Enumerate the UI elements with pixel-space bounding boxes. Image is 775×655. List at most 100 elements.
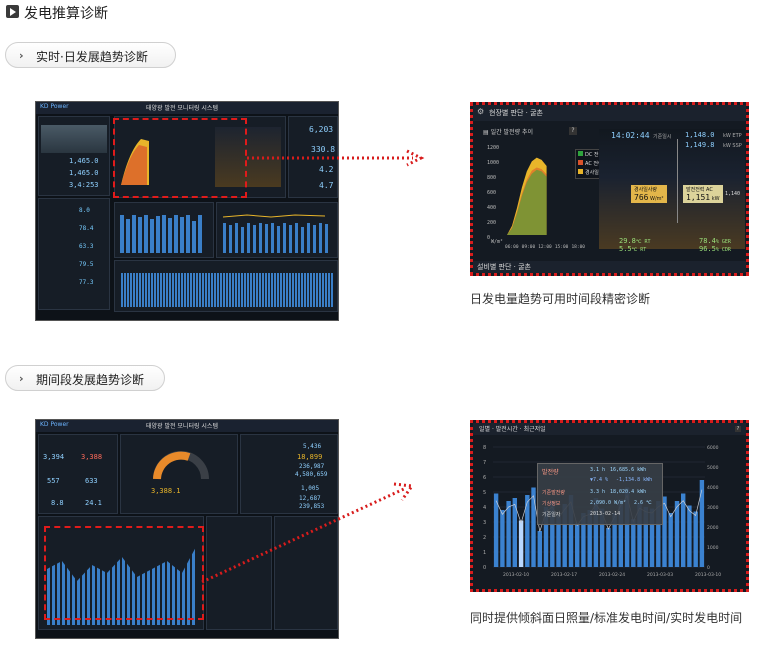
zoom1-header-label: 현장별 판단 · 굴촌	[489, 109, 543, 117]
page-title: 发电推算诊断	[24, 6, 108, 22]
thumb2-value: 24.1	[85, 499, 102, 507]
pct2: 96.5	[699, 245, 716, 253]
thumb-list-value: 78.4	[79, 225, 94, 232]
bar[interactable]	[525, 495, 530, 567]
x-tick: 2013-03-03	[647, 572, 673, 578]
legend-swatch	[578, 169, 583, 174]
area-chart	[507, 157, 547, 235]
temp1-value: 29.8℃ RT	[619, 237, 651, 245]
section1-tab[interactable]: › 实时·日发展趋势诊断	[5, 42, 176, 68]
chart-tooltip: 발전량 3.1 h 16,685.6 kWh ▼7.4 % -1,134.8 k…	[537, 463, 663, 525]
kw1-value: 1,148.0	[685, 131, 715, 139]
thumb2-left-panel: 3,394 3,388 557 633 8.8 24.1	[38, 434, 118, 514]
x-tick: 18:00	[571, 245, 585, 250]
y-tick-right: 2000	[707, 525, 719, 531]
bar[interactable]	[506, 501, 511, 567]
divider	[677, 139, 678, 223]
y-tick: 2	[483, 535, 486, 541]
bar[interactable]	[699, 480, 705, 567]
y-tick: 4	[483, 505, 486, 511]
chart-icon: ▤	[483, 129, 491, 136]
tooltip-value: 3.3 h	[590, 489, 606, 495]
y-axis: 1200 1000 800 600 400 200 0	[487, 141, 499, 246]
gauge	[153, 451, 209, 480]
tooltip-label: 기상정보	[542, 501, 561, 507]
gear-icon: ⚙	[477, 107, 485, 116]
bar[interactable]	[537, 531, 542, 567]
zoom2-header: 일별 · 발전시간 · 최근저일	[473, 423, 746, 435]
pct1-value: 78.4% GER	[699, 237, 731, 245]
y-tick-right: 3000	[707, 505, 719, 511]
thumb-left-value: 3,4:253	[69, 181, 99, 189]
legend-swatch	[578, 151, 583, 156]
section2-tab[interactable]: › 期间段发展趋势诊断	[5, 365, 165, 391]
tooltip-value: 16,685.6 kWh	[610, 467, 647, 473]
tooltip-value: 3.1 h	[590, 467, 606, 473]
bar[interactable]	[531, 487, 536, 568]
chevron-right-icon: ›	[19, 372, 24, 385]
bar[interactable]	[687, 505, 692, 568]
y-tick: 8	[483, 445, 486, 451]
side-value: 1,140	[725, 191, 741, 197]
bar[interactable]	[606, 528, 611, 567]
thumb2-right-value: 5,436	[303, 443, 322, 450]
zoom1-header: ⚙ 현장별 판단 · 굴촌	[473, 105, 746, 121]
thumb-right-value: 4.7	[319, 181, 334, 190]
y-tick-right: 6000	[707, 445, 719, 451]
y-tick-right: 0	[707, 565, 710, 571]
bar[interactable]	[518, 520, 524, 568]
zoom2-header-label: 일별 · 발전시간 · 최근저일	[479, 426, 546, 433]
y-tick: 7	[483, 460, 486, 466]
chart-title: ▤ 일간 발전량 추이	[483, 127, 533, 136]
x-tick: 09:00	[521, 245, 536, 250]
bar[interactable]	[693, 511, 698, 568]
irradiance-box: 경사일사량 766 W/m²	[631, 185, 667, 203]
ac-power-box: 발전전력 AC 1,151 kW	[683, 185, 723, 203]
thumb-left-value: 1,465.0	[69, 169, 99, 177]
zoom-panel-1: ⚙ 현장별 판단 · 굴촌 ▤ 일간 발전량 추이 ? 1200 1000 80…	[470, 102, 749, 276]
y-tick: 6	[483, 475, 486, 481]
bar[interactable]	[674, 501, 680, 567]
help-icon[interactable]: ?	[569, 127, 577, 135]
thumb2-right-value: 4,580,659	[295, 471, 328, 478]
ac-unit: kW	[711, 196, 720, 202]
thumb-bar-chart-1	[114, 202, 214, 258]
thumb-bar-chart-2	[216, 202, 338, 258]
thumb-logo: KD Power	[40, 103, 69, 110]
temp2-value: 5.5℃ RT	[619, 245, 646, 253]
bar[interactable]	[668, 513, 673, 567]
bar[interactable]	[575, 523, 580, 568]
thumb2-right-value: 18,899	[297, 453, 323, 461]
bar[interactable]	[500, 510, 505, 567]
thumb-list-value: 8.0	[79, 207, 90, 214]
x-tick: 2013-02-17	[551, 572, 577, 578]
tooltip-label: 기준발전량	[542, 490, 566, 496]
thumb-titlebar: KD Power 태양광 발전 모니터링 시스템	[36, 102, 338, 114]
tooltip-value: 2013-02-14	[590, 511, 621, 517]
help-icon[interactable]: ?	[735, 426, 741, 432]
thumb-logo: KD Power	[40, 421, 69, 428]
time-label: 기준일시	[653, 134, 672, 140]
bar[interactable]	[631, 519, 636, 567]
y-tick: 1	[483, 550, 486, 556]
gauge-value: 3,388.1	[151, 487, 181, 495]
pct2-unit: % CDR	[715, 247, 731, 253]
irr-unit: W/m²	[650, 196, 664, 202]
arrow-diagonal-icon	[201, 482, 415, 584]
dashboard-thumbnail-1: KD Power 태양광 발전 모니터링 시스템 1,465.0 1,465.0…	[35, 101, 339, 321]
kw2-value: 1,149.8	[685, 141, 715, 149]
x-tick: 2013-03-10	[695, 572, 721, 578]
irr-value: 766	[634, 193, 649, 202]
x-tick: 12:00	[538, 245, 552, 250]
bar[interactable]	[681, 493, 686, 568]
thumb2-value: 8.8	[51, 499, 64, 507]
x-tick: 2013-02-10	[503, 572, 529, 578]
y-tick: 1000	[487, 160, 500, 166]
thumb-left-panel: 1,465.0 1,465.0 3,4:253	[38, 116, 110, 196]
tooltip-value: 2,090.0 W/m²	[590, 500, 627, 506]
thumb-bars-2	[222, 214, 328, 253]
thumb2-value: 633	[85, 477, 98, 485]
y-tick: 1200	[487, 145, 500, 151]
section2-label: 期间段发展趋势诊断	[36, 373, 145, 387]
thumb2-value: 3,388	[81, 453, 103, 461]
